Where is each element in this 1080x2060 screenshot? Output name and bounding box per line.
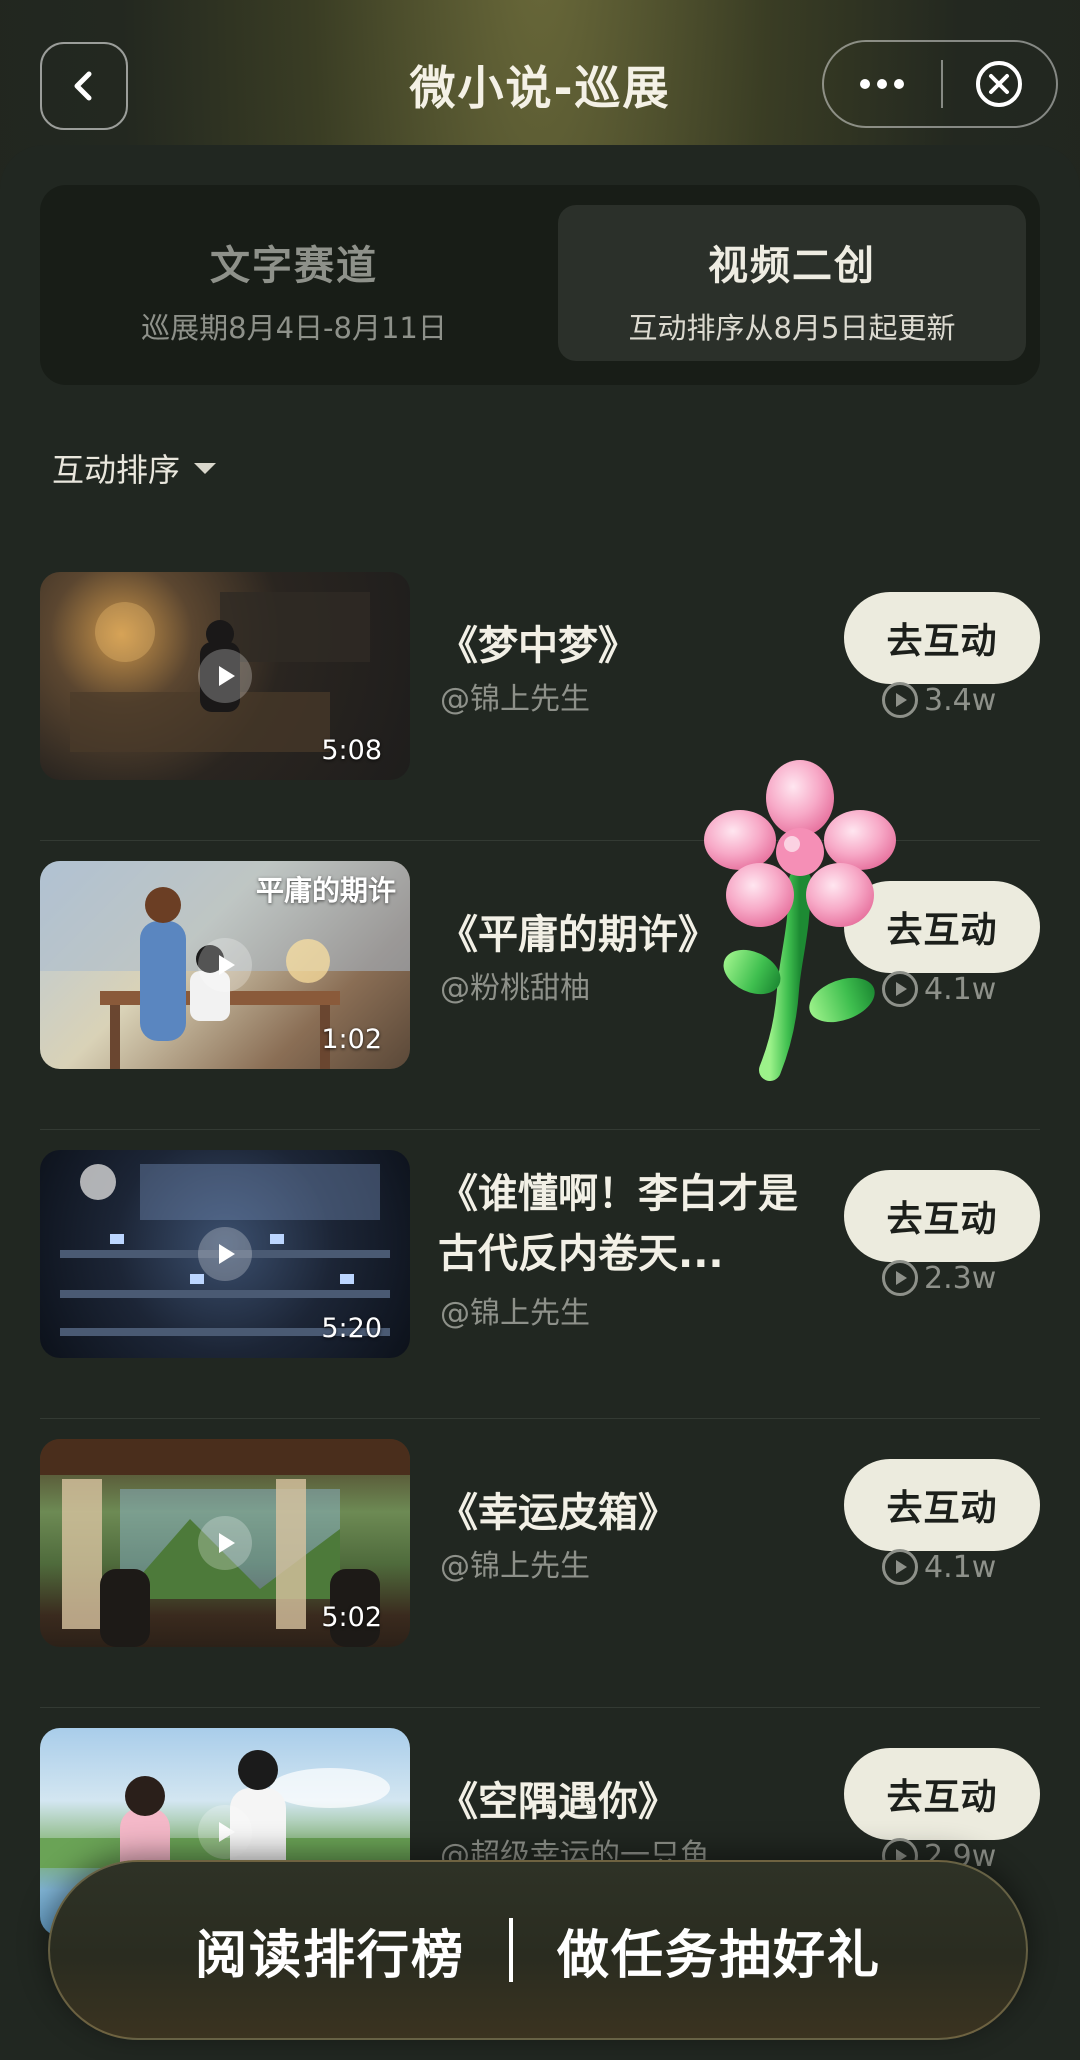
close-button[interactable] [943,42,1056,126]
play-icon [198,1805,252,1859]
video-author[interactable]: @锦上先生 [440,674,590,718]
tab-text-track[interactable]: 文字赛道 巡展期8月4日-8月11日 [54,205,534,361]
task-lottery-button[interactable]: 做任务抽好礼 [513,1913,925,1988]
video-title[interactable]: 《谁懂啊！李白才是古代反内卷天... [438,1164,798,1284]
video-thumbnail[interactable]: 平庸的期许 1:02 [40,861,410,1069]
sort-label: 互动排序 [52,451,181,489]
play-icon [198,1516,252,1570]
interact-button[interactable]: 去互动 [844,1459,1040,1551]
caret-down-icon [194,462,217,474]
video-duration: 5:02 [321,1602,382,1633]
back-button[interactable] [40,42,128,130]
tab-label: 文字赛道 [210,243,378,289]
interact-button[interactable]: 去互动 [844,1748,1040,1840]
play-count-icon [882,1549,918,1585]
video-duration: 1:02 [321,1024,382,1055]
track-tabs: 文字赛道 巡展期8月4日-8月11日 视频二创 互动排序从8月5日起更新 [40,185,1040,385]
video-duration: 5:08 [321,735,382,766]
video-thumbnail[interactable]: 5:20 [40,1150,410,1358]
more-button[interactable] [824,42,941,126]
page-title: 微小说-巡展 [409,61,671,115]
video-title[interactable]: 《梦中梦》 [438,616,798,676]
video-thumbnail[interactable]: 5:08 [40,572,410,780]
more-icon [860,79,905,89]
sort-dropdown[interactable]: 互动排序 [52,445,217,491]
play-count: 4.1w [882,1549,996,1585]
bottom-action-bar: 阅读排行榜 做任务抽好礼 [48,1860,1028,2040]
tab-sublabel: 互动排序从8月5日起更新 [628,311,956,345]
tab-sublabel: 巡展期8月4日-8月11日 [141,311,447,345]
back-arrow-icon [74,71,92,101]
play-count-value: 3.4w [924,682,997,718]
mini-program-capsule [822,40,1058,128]
tab-video-remix[interactable]: 视频二创 互动排序从8月5日起更新 [558,205,1026,361]
play-count: 2.3w [882,1260,996,1296]
video-title[interactable]: 《空隅遇你》 [438,1772,798,1832]
play-count-value: 2.3w [924,1260,997,1296]
list-item[interactable]: 5:20 《谁懂啊！李白才是古代反内卷天... @锦上先生 去互动 2.3w [0,1130,1080,1419]
thumbnail-overlay-text: 平庸的期许 [255,874,396,907]
play-count-value: 4.1w [924,971,997,1007]
video-thumbnail[interactable]: 5:02 [40,1439,410,1647]
tab-label: 视频二创 [708,243,876,289]
video-author[interactable]: @锦上先生 [440,1541,590,1585]
close-circle-icon [976,61,1023,107]
list-item[interactable]: 5:08 《梦中梦》 @锦上先生 去互动 3.4w [0,552,1080,841]
play-icon [198,649,252,703]
interact-button[interactable]: 去互动 [844,592,1040,684]
play-count-value: 4.1w [924,1549,997,1585]
list-item[interactable]: 平庸的期许 1:02 《平庸的期许》 @粉桃甜柚 去互动 4.1w [0,841,1080,1130]
flower-sticker[interactable] [690,760,910,1090]
play-count-icon [882,1260,918,1296]
content-sheet: 文字赛道 巡展期8月4日-8月11日 视频二创 互动排序从8月5日起更新 互动排… [0,145,1080,2060]
video-title[interactable]: 《幸运皮箱》 [438,1483,798,1543]
video-list: 5:08 《梦中梦》 @锦上先生 去互动 3.4w 平庸的期许 1:02 《平庸… [0,552,1080,1997]
page: 微小说-巡展 文字赛道 巡展期8月4日-8月11日 视频二创 互动排序从8月5日… [0,0,1080,2060]
top-bar: 微小说-巡展 [0,0,1080,150]
video-author[interactable]: @粉桃甜柚 [440,963,590,1007]
play-count: 3.4w [882,682,996,718]
reading-leaderboard-button[interactable]: 阅读排行榜 [151,1913,509,1988]
play-count-icon [882,682,918,718]
interact-button[interactable]: 去互动 [844,1170,1040,1262]
video-author[interactable]: @锦上先生 [440,1288,590,1332]
video-duration: 5:20 [321,1313,382,1344]
list-item[interactable]: 5:02 《幸运皮箱》 @锦上先生 去互动 4.1w [0,1419,1080,1708]
play-icon [198,938,252,992]
play-icon [198,1227,252,1281]
